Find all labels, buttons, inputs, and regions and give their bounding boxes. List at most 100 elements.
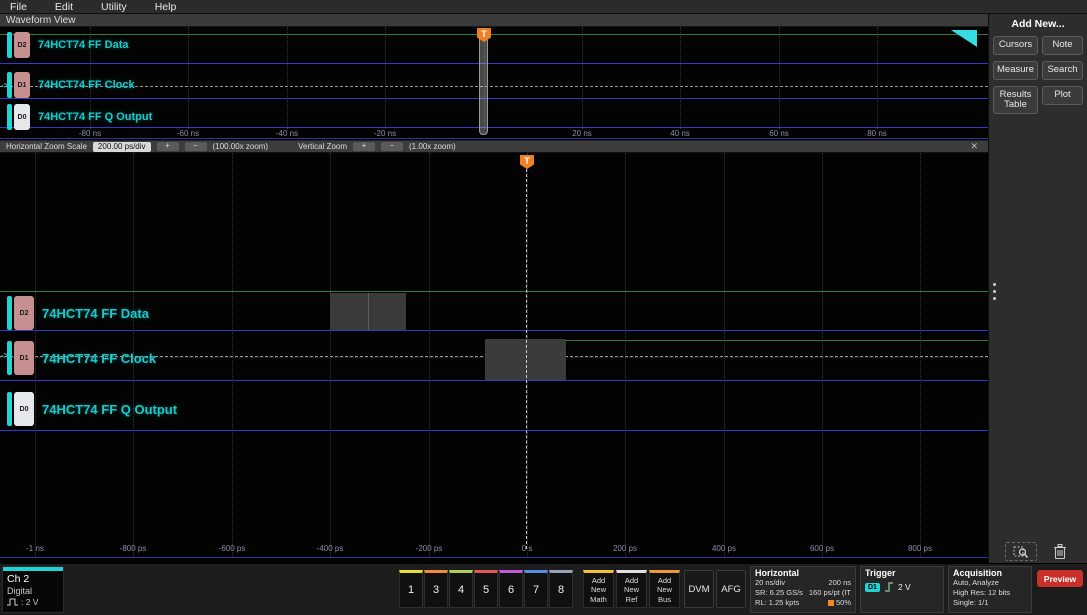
menu-item-utility[interactable]: Utility <box>101 1 127 13</box>
trigger-settings-panel[interactable]: Trigger D1 2 V <box>860 566 944 613</box>
channel-row-d1: D1 74HCT74 FF Clock <box>7 72 135 98</box>
gridline-vertical <box>625 153 626 557</box>
channel-label-d0[interactable]: 74HCT74 FF Q Output <box>38 111 152 123</box>
zoom-select-icon <box>1013 546 1029 558</box>
trigger-flag[interactable]: T <box>520 155 534 169</box>
zoom-select-button[interactable] <box>1005 542 1037 561</box>
digital-channel-badge-d0[interactable]: D0 <box>14 104 30 130</box>
channel-button-6[interactable]: 6 <box>499 570 523 608</box>
axis-tick-label: 200 ps <box>612 544 638 553</box>
horizontal-zoom-scale-value[interactable]: 200.00 ps/div <box>92 141 151 152</box>
add-new-title: Add New... <box>1011 18 1065 30</box>
axis-tick-label: -1 ns <box>26 544 44 553</box>
waveform-zoom-panel[interactable]: T -> D2 74HCT74 FF Data D1 74HCT74 FF Cl… <box>0 153 988 563</box>
axis-tick-label: -80 ns <box>78 129 102 138</box>
dvm-button[interactable]: DVM <box>684 570 714 608</box>
panel-drag-handle[interactable] <box>991 283 997 307</box>
trace-data-high <box>0 291 988 292</box>
afg-button[interactable]: AFG <box>716 570 746 608</box>
waveform-overview-panel[interactable]: -> D2 74HCT74 FF Data D1 74HCT74 FF Cloc… <box>0 27 988 140</box>
channel-label-d2[interactable]: 74HCT74 FF Data <box>38 39 128 51</box>
zoom-toolbar: Horizontal Zoom Scale 200.00 ps/div + − … <box>0 140 988 153</box>
trace-clock-low <box>0 380 988 381</box>
trigger-source-badge: D1 <box>865 582 880 592</box>
threshold-icon <box>7 598 18 606</box>
menu-item-help[interactable]: Help <box>155 1 177 13</box>
add-cursors-button[interactable]: Cursors <box>993 36 1038 55</box>
add-results-table-button[interactable]: Results Table <box>993 86 1038 114</box>
axis-tick-label: 80 ns <box>867 129 887 138</box>
trash-button[interactable] <box>1047 540 1073 562</box>
axis-tick-label: -200 ps <box>415 544 443 553</box>
channel-2-threshold: : 2 V <box>3 596 63 607</box>
channel-row-d0: D0 74HCT74 FF Q Output <box>7 104 152 130</box>
channel-group-strip <box>7 392 12 426</box>
axis-tick-label: 40 ns <box>670 129 690 138</box>
gridline-vertical <box>582 27 583 129</box>
digital-channel-badge-d1[interactable]: D1 <box>14 72 30 98</box>
add-new-math-button[interactable]: Add New Math <box>583 570 614 608</box>
channel-button-7[interactable]: 7 <box>524 570 548 608</box>
digital-channel-badge-d0[interactable]: D0 <box>14 392 34 426</box>
gridline-vertical <box>822 153 823 557</box>
trigger-title: Trigger <box>865 568 896 578</box>
horizontal-zoom-plus-button[interactable]: + <box>156 142 179 151</box>
data-transition-block <box>330 293 406 330</box>
add-plot-button[interactable]: Plot <box>1042 86 1083 105</box>
trigger-source-arrow-icon: -> <box>1 81 9 90</box>
vertical-zoom-plus-button[interactable]: + <box>353 142 376 151</box>
add-search-button[interactable]: Search <box>1042 61 1083 80</box>
trace-clock-low <box>0 98 988 99</box>
menu-item-edit[interactable]: Edit <box>55 1 73 13</box>
acquisition-title: Acquisition <box>953 568 1002 578</box>
axis-tick-label: -400 ps <box>316 544 344 553</box>
channel-button-3[interactable]: 3 <box>424 570 448 608</box>
axis-tick-label: -800 ps <box>119 544 147 553</box>
overview-bottom-line <box>0 138 988 139</box>
channel-label-d1[interactable]: 74HCT74 FF Clock <box>42 351 156 366</box>
trace-data-high <box>0 34 988 35</box>
menu-item-file[interactable]: File <box>10 1 27 13</box>
axis-tick-label: -20 ns <box>373 129 397 138</box>
tab-waveform-view[interactable]: Waveform View <box>6 15 75 26</box>
bottom-bar: Ch 2 Digital : 2 V 1 3 4 5 6 7 8 Add New… <box>0 563 1087 615</box>
channel-button-5[interactable]: 5 <box>474 570 498 608</box>
add-note-button[interactable]: Note <box>1042 36 1083 55</box>
horizontal-zoom-minus-button[interactable]: − <box>184 142 207 151</box>
channel-label-d1[interactable]: 74HCT74 FF Clock <box>38 79 135 91</box>
axis-tick-label: -60 ns <box>176 129 200 138</box>
add-new-ref-button[interactable]: Add New Ref <box>616 570 647 608</box>
vertical-zoom-minus-button[interactable]: − <box>381 142 404 151</box>
close-zoom-icon[interactable]: ✕ <box>970 141 982 152</box>
gridline-vertical <box>877 27 878 129</box>
channel-label-d0[interactable]: 74HCT74 FF Q Output <box>42 402 177 417</box>
channel-label-d2[interactable]: 74HCT74 FF Data <box>42 306 149 321</box>
app-root: File Edit Utility Help Waveform View -> … <box>0 0 1087 615</box>
horizontal-settings-panel[interactable]: Horizontal 20 ns/div 200 ns SR: 6.25 GS/s… <box>750 566 856 613</box>
add-new-panel: Add New... Cursors Note Measure Search R… <box>988 14 1087 563</box>
horizontal-title: Horizontal <box>755 568 799 578</box>
channel-button-8[interactable]: 8 <box>549 570 573 608</box>
gridline-vertical <box>429 153 430 557</box>
gridline-vertical <box>232 153 233 557</box>
channel-button-4[interactable]: 4 <box>449 570 473 608</box>
channel-2-badge[interactable]: Ch 2 Digital : 2 V <box>2 566 64 613</box>
gridline-vertical <box>920 153 921 557</box>
trigger-level: 2 V <box>897 582 911 592</box>
add-measure-button[interactable]: Measure <box>993 61 1038 80</box>
channel-button-1[interactable]: 1 <box>399 570 423 608</box>
channel-row-d1: D1 74HCT74 FF Clock <box>7 341 156 375</box>
digital-channel-badge-d2[interactable]: D2 <box>14 296 34 330</box>
menu-bar: File Edit Utility Help <box>0 0 1087 14</box>
acquisition-settings-panel[interactable]: Acquisition Auto, Analyze High Res: 12 b… <box>948 566 1032 613</box>
digital-channel-badge-d2[interactable]: D2 <box>14 32 30 58</box>
overview-corner-handle-icon[interactable] <box>951 30 977 47</box>
gridline-vertical <box>385 27 386 129</box>
add-new-bus-button[interactable]: Add New Bus <box>649 570 680 608</box>
axis-tick-label: -40 ns <box>275 129 299 138</box>
horizontal-zoom-scale-label: Horizontal Zoom Scale <box>6 142 87 151</box>
digital-channel-badge-d1[interactable]: D1 <box>14 341 34 375</box>
preview-button[interactable]: Preview <box>1037 570 1083 587</box>
zoom-window-indicator[interactable] <box>479 30 488 135</box>
axis-tick-label: 0 s <box>521 544 533 553</box>
